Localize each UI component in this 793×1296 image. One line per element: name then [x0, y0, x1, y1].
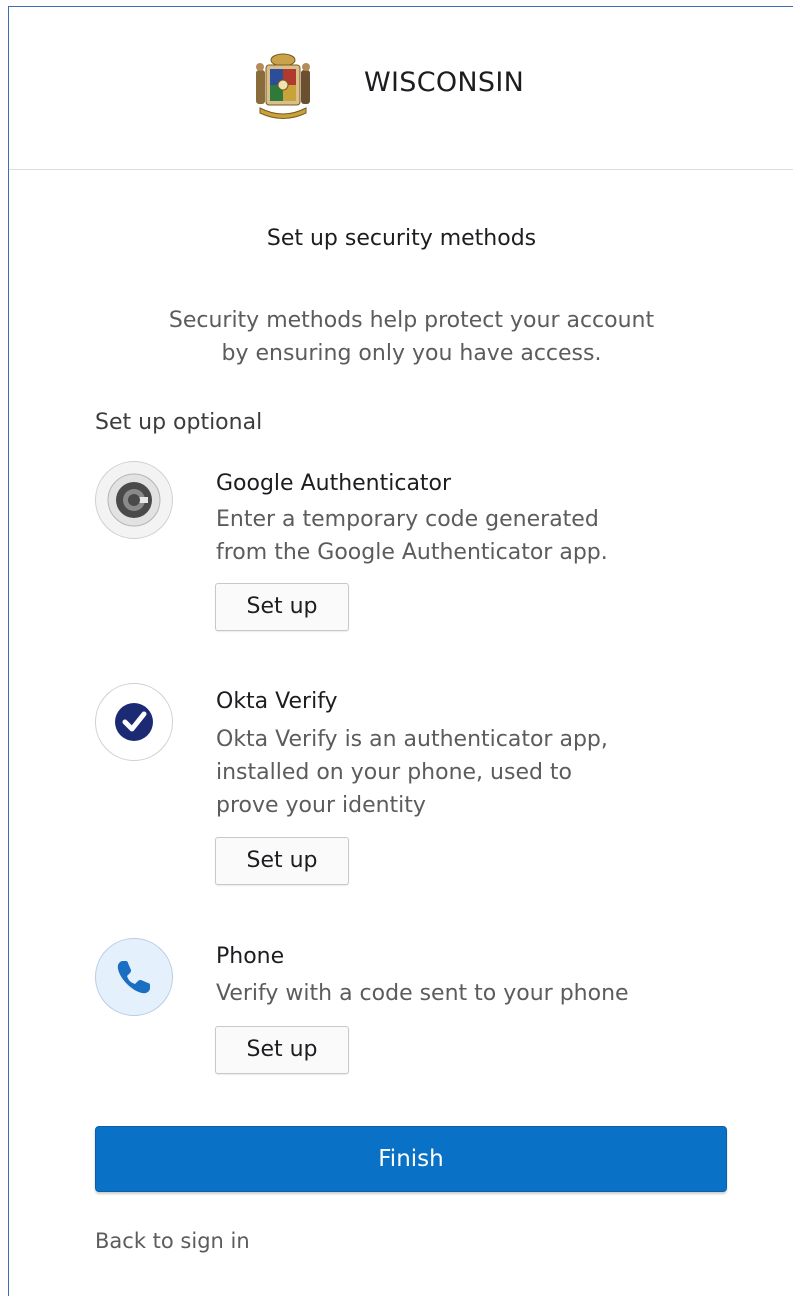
method-title-google-authenticator: Google Authenticator: [216, 471, 452, 496]
brand-name: WISCONSIN: [364, 67, 525, 98]
page-subtitle: Security methods help protect your accou…: [69, 304, 754, 370]
method-desc-google-authenticator: Enter a temporary code generated from th…: [216, 503, 756, 569]
header: WISCONSIN: [9, 7, 793, 170]
sign-in-card: WISCONSIN Set up security methods Securi…: [8, 6, 793, 1296]
okta-verify-setup-button[interactable]: Set up: [215, 837, 349, 885]
method-desc-okta-verify: Okta Verify is an authenticator app, ins…: [216, 723, 756, 822]
method-desc-line: from the Google Authenticator app.: [216, 540, 608, 565]
method-desc-phone: Verify with a code sent to your phone: [216, 977, 756, 1010]
back-to-sign-in-link[interactable]: Back to sign in: [95, 1229, 250, 1253]
google-authenticator-icon: [95, 461, 173, 539]
subtitle-line: by ensuring only you have access.: [221, 341, 602, 366]
method-title-okta-verify: Okta Verify: [216, 689, 338, 714]
method-desc-line: Enter a temporary code generated: [216, 507, 599, 532]
method-desc-line: Verify with a code sent to your phone: [216, 981, 629, 1006]
wisconsin-seal-icon: [252, 50, 314, 122]
method-title-phone: Phone: [216, 944, 285, 969]
subtitle-line: Security methods help protect your accou…: [168, 308, 655, 333]
phone-icon: [95, 938, 173, 1016]
method-desc-line: installed on your phone, used to: [216, 760, 573, 785]
method-desc-line: Okta Verify is an authenticator app,: [216, 727, 608, 752]
google-authenticator-setup-button[interactable]: Set up: [215, 583, 349, 631]
section-label: Set up optional: [95, 410, 263, 435]
page-title: Set up security methods: [266, 226, 537, 251]
finish-button[interactable]: Finish: [95, 1126, 727, 1192]
phone-setup-button[interactable]: Set up: [215, 1026, 349, 1074]
method-desc-line: prove your identity: [216, 793, 426, 818]
okta-verify-icon: [95, 683, 173, 761]
